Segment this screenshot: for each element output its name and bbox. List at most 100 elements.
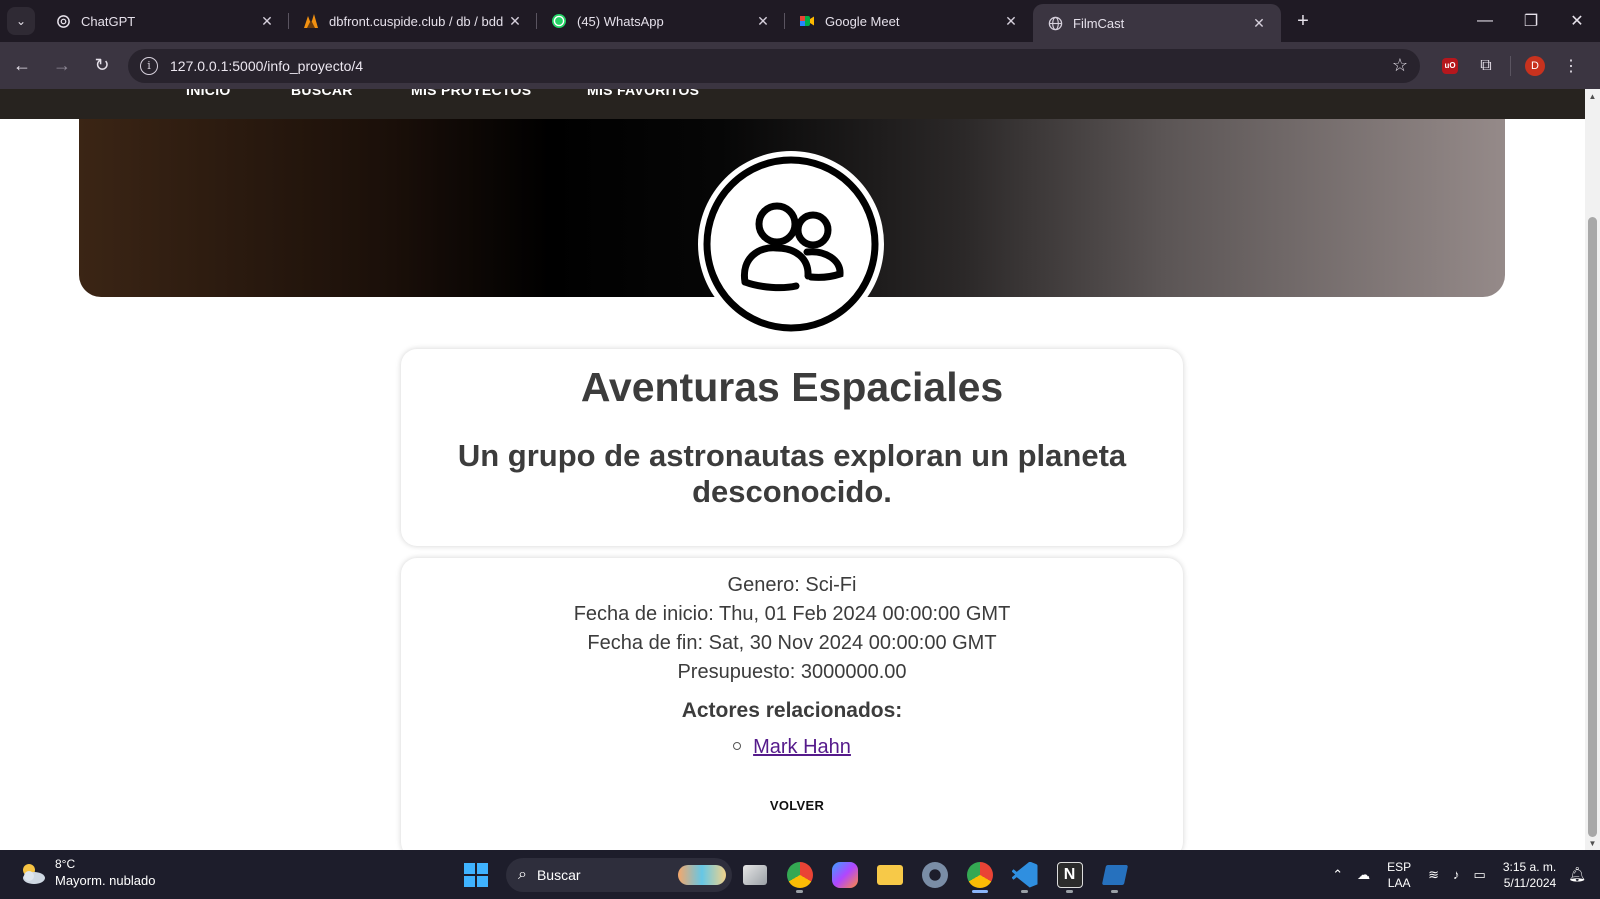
back-button[interactable]: VOLVER <box>770 798 824 813</box>
chrome-icon <box>966 861 993 888</box>
folder-icon <box>876 864 903 885</box>
close-tab-icon[interactable]: ✕ <box>1001 13 1021 30</box>
nav-mis-proyectos[interactable]: MIS PROYECTOS <box>411 89 531 98</box>
project-budget: Presupuesto: 3000000.00 <box>677 661 907 683</box>
close-window-icon[interactable]: ✕ <box>1554 0 1600 42</box>
back-button[interactable]: ← <box>4 48 40 84</box>
nav-buscar[interactable]: BUSCAR <box>291 89 353 98</box>
openai-icon <box>55 13 71 29</box>
close-tab-icon[interactable]: ✕ <box>1249 15 1269 32</box>
project-header-card: Aventuras Espaciales Un grupo de astrona… <box>401 349 1183 546</box>
avatar: D <box>1525 55 1545 76</box>
nav-inicio[interactable]: INICIO <box>186 89 231 98</box>
scroll-down-icon[interactable]: ▼ <box>1585 836 1600 850</box>
actors-heading: Actores relacionados: <box>681 699 903 722</box>
keyboard-layout: LAA <box>1387 875 1411 890</box>
tab-title: FilmCast <box>1073 15 1125 31</box>
taskbar-powershell[interactable] <box>1092 856 1137 893</box>
weather-widget[interactable]: 8°C Mayorm. nublado <box>17 857 155 889</box>
volume-icon[interactable]: ♪ <box>1453 867 1460 882</box>
cloudy-weather-icon <box>23 864 45 884</box>
task-view-icon <box>742 864 767 885</box>
bookmark-star-icon[interactable]: ☆ <box>1392 55 1408 76</box>
bullet-icon <box>733 741 742 750</box>
reload-button[interactable]: ↻ <box>84 48 120 84</box>
search-icon: ⌕ <box>518 865 527 883</box>
wifi-icon[interactable]: ≋ <box>1428 867 1439 883</box>
running-indicator <box>1066 890 1073 893</box>
scrollbar-thumb[interactable] <box>1588 217 1597 837</box>
ublock-extension-button[interactable]: uO <box>1432 48 1468 84</box>
close-tab-icon[interactable]: ✕ <box>505 13 525 30</box>
arrow-left-icon: ← <box>13 55 31 75</box>
restore-icon[interactable]: ❐ <box>1508 0 1554 42</box>
tab-dbfront[interactable]: dbfront.cuspide.club / db / bdd ✕ <box>289 0 537 42</box>
project-avatar <box>698 151 884 337</box>
page-viewport: INICIO BUSCAR MIS PROYECTOS MIS FAVORITO… <box>0 89 1585 850</box>
taskbar-vscode[interactable] <box>1002 856 1047 893</box>
page-scrollbar[interactable]: ▲ ▼ <box>1585 89 1600 850</box>
vscode-icon <box>1011 861 1038 888</box>
project-end-date: Fecha de fin: Sat, 30 Nov 2024 00:00:00 … <box>587 632 997 654</box>
tab-filmcast[interactable]: FilmCast ✕ <box>1033 4 1281 42</box>
toolbar-divider <box>1510 55 1511 76</box>
puzzle-icon: ⧉ <box>1480 56 1492 74</box>
language-code: ESP <box>1387 859 1412 874</box>
taskbar-file-explorer[interactable] <box>867 856 912 893</box>
browser-menu-button[interactable]: ⋮ <box>1553 48 1589 84</box>
system-clock[interactable]: 3:15 a. m. 5/11/2024 <box>1503 859 1556 891</box>
actor-link[interactable]: Mark Hahn <box>753 736 851 758</box>
gear-icon <box>921 861 948 888</box>
windows-start-icon[interactable] <box>464 862 488 887</box>
browser-toolbar: ← → ↻ i 127.0.0.1:5000/info_proyecto/4 ☆… <box>0 42 1600 89</box>
task-view-button[interactable] <box>732 856 777 893</box>
clock-date: 5/11/2024 <box>1503 875 1557 890</box>
tab-search-button[interactable]: ⌄ <box>7 7 35 35</box>
tab-title: Google Meet <box>825 13 900 29</box>
project-genre: Genero: Sci-Fi <box>727 574 857 596</box>
profile-button[interactable]: D <box>1517 48 1553 84</box>
notion-icon: N <box>1056 861 1083 888</box>
project-description: Un grupo de astronautas exploran un plan… <box>457 438 1127 509</box>
tab-title: (45) WhatsApp <box>577 13 664 29</box>
url-text[interactable]: 127.0.0.1:5000/info_proyecto/4 <box>170 58 1392 74</box>
tab-chatgpt[interactable]: ChatGPT ✕ <box>41 0 289 42</box>
chrome-icon <box>786 861 813 888</box>
taskbar-chrome[interactable] <box>957 856 1002 893</box>
taskbar-chrome-alt[interactable] <box>777 856 822 893</box>
browser-tab-bar: ⌄ ChatGPT ✕ dbfront.cuspide.club / db / … <box>0 0 1600 42</box>
input-language[interactable]: ESP LAA <box>1387 859 1411 891</box>
running-indicator <box>796 890 803 893</box>
chevron-up-icon[interactable]: ⌃ <box>1332 867 1343 883</box>
tab-whatsapp[interactable]: (45) WhatsApp ✕ <box>537 0 785 42</box>
running-indicator <box>1021 890 1028 893</box>
project-start-date: Fecha de inicio: Thu, 01 Feb 2024 00:00:… <box>573 603 1011 625</box>
minimize-icon[interactable]: — <box>1462 0 1508 42</box>
notification-bell-icon[interactable]: 🔔︎ <box>1568 866 1586 883</box>
taskbar-settings[interactable] <box>912 856 957 893</box>
forward-button[interactable]: → <box>44 48 80 84</box>
nav-mis-favoritos[interactable]: MIS FAVORITOS <box>587 89 699 98</box>
arrow-right-icon: → <box>53 55 71 75</box>
tab-google-meet[interactable]: Google Meet ✕ <box>785 0 1033 42</box>
extensions-button[interactable]: ⧉ <box>1468 48 1504 84</box>
taskbar-search-box[interactable]: ⌕ Buscar <box>506 857 732 892</box>
scroll-up-icon[interactable]: ▲ <box>1585 89 1600 103</box>
onedrive-icon[interactable]: ☁ <box>1357 867 1370 883</box>
close-tab-icon[interactable]: ✕ <box>257 13 277 30</box>
close-tab-icon[interactable]: ✕ <box>753 13 773 30</box>
taskbar-notion[interactable]: N <box>1047 856 1092 893</box>
taskbar-copilot[interactable] <box>822 856 867 893</box>
system-tray: ⌃ ☁ ESP LAA ≋ ♪ ▭ 3:15 a. m. 5/11/2024 🔔… <box>1325 850 1600 899</box>
whatsapp-icon <box>551 13 567 29</box>
battery-icon[interactable]: ▭ <box>1474 867 1486 883</box>
tab-title: ChatGPT <box>81 13 136 29</box>
new-tab-button[interactable]: + <box>1287 5 1319 37</box>
weather-description: Mayorm. nublado <box>55 873 156 888</box>
address-bar[interactable]: i 127.0.0.1:5000/info_proyecto/4 ☆ <box>128 48 1420 83</box>
taskbar-apps: ⌕ Buscar N <box>460 856 1137 893</box>
reload-icon: ↻ <box>94 55 110 75</box>
list-item: Mark Hahn <box>401 734 1183 760</box>
site-info-icon[interactable]: i <box>140 56 158 75</box>
tab-title: dbfront.cuspide.club / db / bdd <box>329 13 504 29</box>
